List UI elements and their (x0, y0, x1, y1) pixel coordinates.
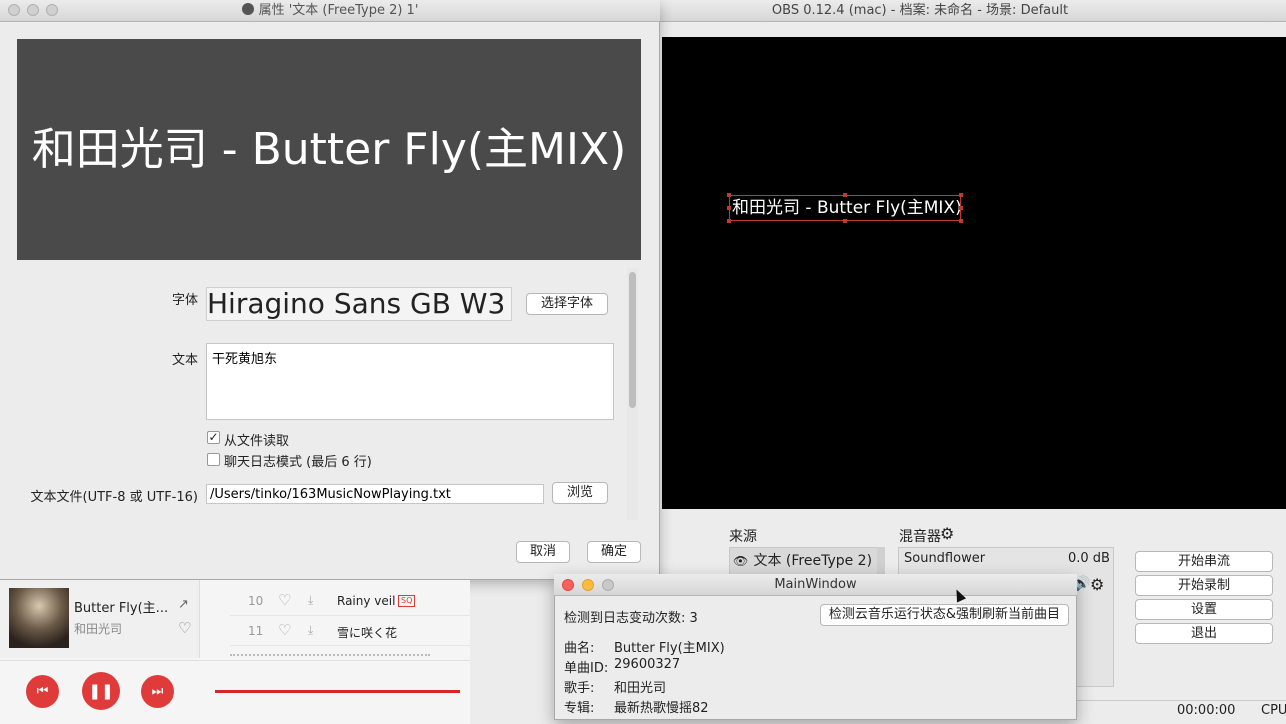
start-record-button[interactable]: 开始录制 (1135, 575, 1273, 596)
start-stream-button[interactable]: 开始串流 (1135, 551, 1273, 572)
track-download-icon[interactable]: ⤓ (308, 623, 313, 638)
sources-label: 来源 (729, 529, 757, 545)
song-label: 曲名: (564, 641, 595, 656)
song-value: Butter Fly(主MIX) (614, 641, 725, 656)
playback-progress-bar[interactable] (215, 690, 460, 693)
zoom-window-button[interactable] (602, 579, 614, 591)
main-window-title-bar: MainWindow (554, 574, 1077, 596)
close-window-button[interactable] (8, 4, 20, 16)
now-playing-title[interactable]: Butter Fly(主... (74, 597, 168, 616)
mixer-label: 混音器 (899, 529, 941, 545)
status-cpu: CPU (1261, 703, 1286, 718)
read-from-file-checkbox[interactable]: ✓ (207, 431, 220, 444)
text-preview: 和田光司 - Butter Fly(主MIX) (17, 39, 641, 260)
text-file-label: 文本文件(UTF-8 或 UTF-16) (30, 490, 198, 505)
cancel-button[interactable]: 取消 (516, 541, 570, 563)
font-sample: Hiragino Sans GB W3 (206, 287, 512, 321)
share-icon[interactable]: ↗ (178, 597, 189, 612)
zoom-window-button[interactable] (46, 4, 58, 16)
settings-button[interactable]: 设置 (1135, 599, 1273, 620)
next-track-button[interactable]: ⏭ (141, 675, 174, 708)
resize-handle[interactable] (959, 193, 963, 197)
file-path-input[interactable] (206, 484, 544, 504)
close-window-button[interactable] (562, 579, 574, 591)
properties-scroll-thumb[interactable] (629, 272, 636, 408)
track-row-clipped[interactable] (230, 647, 470, 659)
refresh-now-playing-button[interactable]: 检测云音乐运行状态&强制刷新当前曲目 (820, 604, 1069, 626)
now-playing-artist[interactable]: 和田光司 (74, 620, 122, 637)
resize-handle[interactable] (843, 193, 847, 197)
log-change-row: 检测到日志变动次数: 3 (564, 607, 698, 626)
visibility-eye-icon[interactable]: 👁 (733, 554, 749, 568)
artist-value: 和田光司 (614, 681, 667, 696)
mixer-level: 0.0 dB (1068, 551, 1110, 566)
pause-button[interactable]: ❚❚ (82, 672, 120, 710)
track-heart-icon[interactable]: ♡ (278, 621, 291, 639)
source-item[interactable]: 👁 文本 (FreeType 2) 1 (733, 550, 885, 570)
obs-preview-canvas[interactable] (662, 37, 1286, 509)
main-window-title: MainWindow (774, 577, 857, 592)
resize-handle[interactable] (727, 219, 731, 223)
text-label: 文本 (171, 353, 198, 368)
track-heart-icon[interactable]: ♡ (278, 591, 291, 609)
ok-button[interactable]: 确定 (587, 541, 641, 563)
album-label: 专辑: (564, 701, 595, 716)
song-id-label: 单曲ID: (564, 661, 609, 676)
text-input[interactable]: 干死黄旭东 (206, 343, 614, 420)
track-name: Rainy veil (337, 594, 396, 608)
properties-title: 属性 '文本 (FreeType 2) 1' (258, 3, 419, 18)
sources-scrollbar[interactable] (877, 547, 885, 575)
resize-handle[interactable] (843, 219, 847, 223)
font-label: 字体 (171, 293, 198, 308)
sq-badge: SQ (398, 595, 416, 607)
album-art[interactable] (9, 588, 69, 648)
track-number: 11 (248, 624, 264, 638)
track-download-icon[interactable]: ⤓ (308, 593, 313, 608)
track-number: 10 (248, 594, 264, 608)
exit-button[interactable]: 退出 (1135, 623, 1273, 644)
album-value: 最新热歌慢摇82 (614, 701, 709, 716)
mixer-settings-gear-icon[interactable]: ⚙ (1090, 575, 1104, 594)
previous-track-button[interactable]: ⏮ (26, 675, 59, 708)
obs-app-icon (241, 3, 254, 15)
track-row[interactable]: 10 ♡ ⤓ Rainy veil SQ (230, 586, 470, 616)
preview-text-source[interactable]: 和田光司 - Butter Fly(主MIX) (729, 195, 961, 221)
minimize-window-button[interactable] (27, 4, 39, 16)
track-row[interactable]: 11 ♡ ⤓ 雪に咲く花 (230, 616, 470, 646)
minimize-window-button[interactable] (582, 579, 594, 591)
obs-window-title: OBS 0.12.4 (mac) - 档案: 未命名 - 场景: Default (771, 3, 1069, 18)
resize-handle[interactable] (727, 193, 731, 197)
chat-log-mode-label: 聊天日志模式 (最后 6 行) (224, 455, 372, 470)
artist-label: 歌手: (564, 681, 595, 696)
status-time: 00:00:00 (1177, 703, 1236, 718)
mixer-device-name: Soundflower (904, 551, 986, 566)
read-from-file-label: 从文件读取 (224, 434, 290, 449)
properties-title-bar: 属性 '文本 (FreeType 2) 1' (0, 0, 660, 22)
like-heart-icon[interactable]: ♡ (178, 619, 191, 637)
log-change-label: 检测到日志变动次数: (564, 611, 690, 626)
song-id-value: 29600327 (614, 657, 681, 672)
resize-handle[interactable] (959, 206, 963, 210)
clipped-row-text (230, 654, 430, 659)
log-change-count: 3 (689, 611, 698, 626)
resize-handle[interactable] (959, 219, 963, 223)
browse-button[interactable]: 浏览 (552, 482, 608, 504)
resize-handle[interactable] (727, 206, 731, 210)
choose-font-button[interactable]: 选择字体 (526, 293, 608, 315)
mixer-gear-icon[interactable]: ⚙ (940, 524, 954, 543)
track-name: 雪に咲く花 (337, 626, 398, 640)
chat-log-mode-checkbox[interactable] (207, 453, 220, 466)
source-item-label: 文本 (FreeType 2) 1 (753, 553, 886, 569)
